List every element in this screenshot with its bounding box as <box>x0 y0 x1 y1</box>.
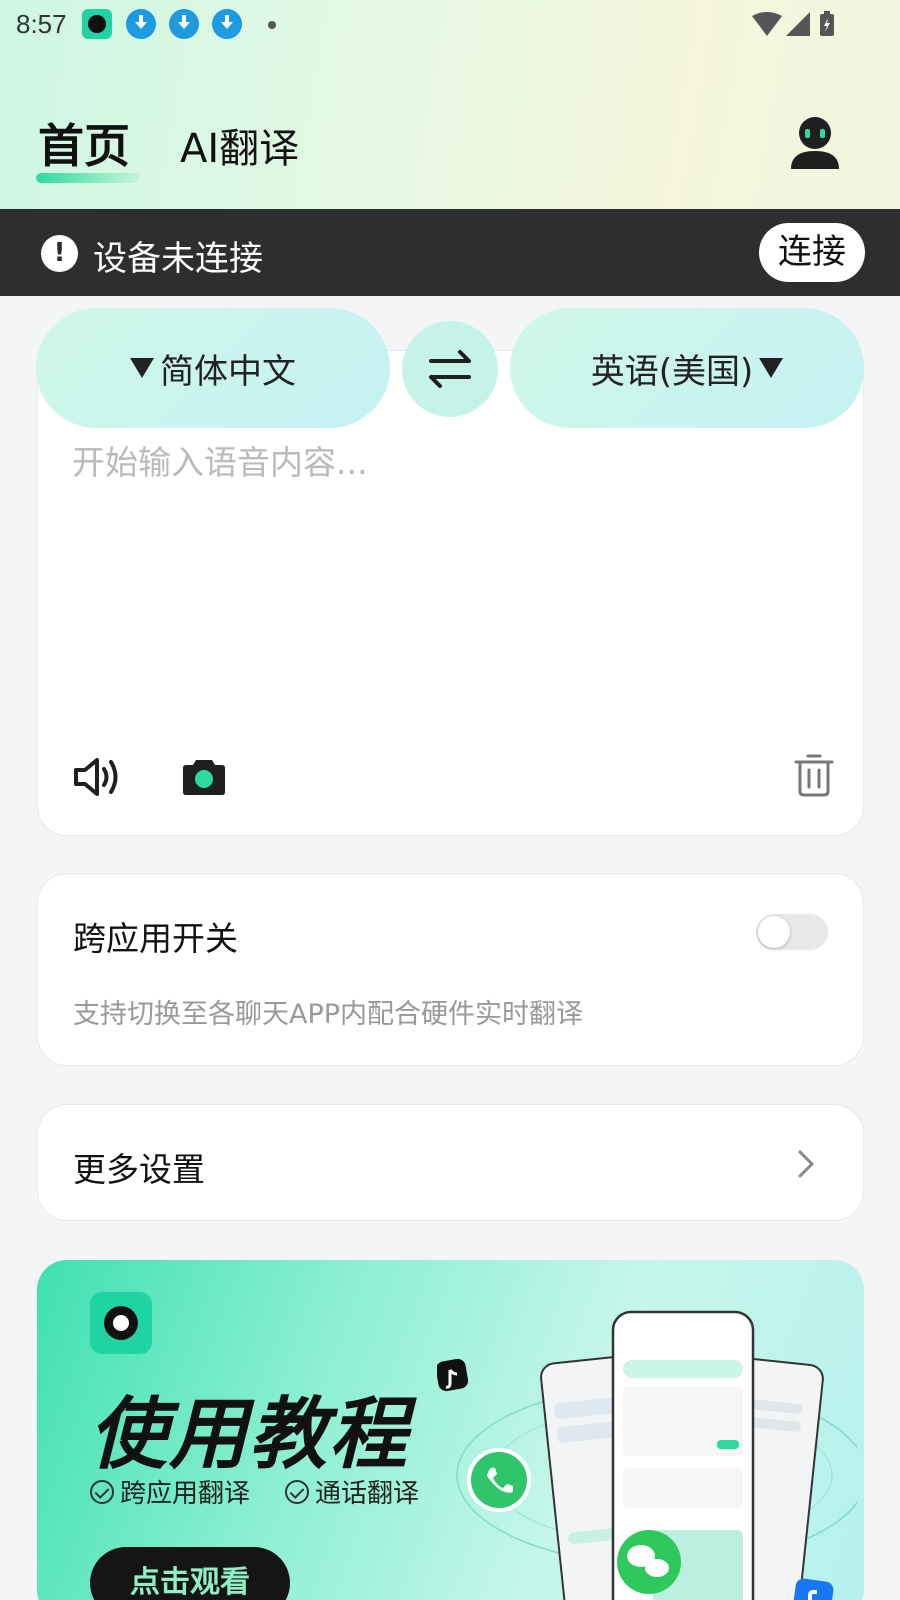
profile-robot-icon[interactable] <box>788 115 842 171</box>
voice-input-area[interactable]: 开始输入语音内容... <box>72 436 367 484</box>
more-settings-row[interactable]: 更多设置 <box>37 1104 864 1221</box>
tutorial-banner[interactable]: 使用教程 跨应用翻译 通话翻译 点击观看 <box>37 1260 864 1600</box>
speaker-icon[interactable] <box>72 755 122 799</box>
source-language-selector[interactable]: 简体中文 <box>36 308 390 428</box>
status-time: 8:57 <box>16 9 67 39</box>
system-status-icons <box>752 11 834 36</box>
cross-app-title: 跨应用开关 <box>73 919 238 958</box>
phone-mockup-illustration <box>437 1310 857 1600</box>
check-circle-icon <box>285 1479 309 1504</box>
source-language-label: 简体中文 <box>160 351 296 392</box>
device-status-banner: ! 设备未连接 连接 <box>0 209 900 296</box>
trash-icon[interactable] <box>794 753 834 797</box>
cross-app-description: 支持切换至各聊天APP内配合硬件实时翻译 <box>73 999 584 1030</box>
camera-icon[interactable] <box>182 756 226 796</box>
download-icon <box>169 9 199 39</box>
watch-tutorial-button[interactable]: 点击观看 <box>90 1547 290 1600</box>
swap-languages-button[interactable] <box>402 321 498 417</box>
app-logo-icon <box>90 1292 152 1354</box>
target-language-label: 英语(美国) <box>590 351 754 392</box>
target-language-selector[interactable]: 英语(美国) <box>510 308 864 428</box>
feature-label: 跨应用翻译 <box>120 1479 251 1509</box>
chevron-right-icon <box>798 1150 814 1178</box>
dropdown-caret-icon <box>759 358 784 378</box>
download-icon <box>126 9 156 39</box>
app-notification-icon <box>82 9 112 39</box>
feature-call: 通话翻译 <box>285 1473 419 1510</box>
feature-cross-app: 跨应用翻译 <box>90 1473 250 1510</box>
check-circle-icon <box>90 1479 114 1504</box>
active-tab-indicator <box>36 173 140 183</box>
status-bar: 8:57 <box>0 0 900 50</box>
download-icon <box>212 9 242 39</box>
more-settings-label: 更多设置 <box>73 1150 205 1189</box>
dropdown-caret-icon <box>130 358 154 378</box>
feature-label: 通话翻译 <box>315 1479 420 1509</box>
toggle-knob <box>758 916 790 948</box>
tab-ai-translate[interactable]: AI翻译 <box>180 116 299 174</box>
wifi-icon <box>752 12 782 36</box>
tab-home[interactable]: 首页 <box>38 110 130 176</box>
tutorial-title: 使用教程 <box>89 1390 410 1480</box>
swap-icon <box>429 350 471 388</box>
connect-button[interactable]: 连接 <box>759 223 865 282</box>
cross-app-toggle[interactable] <box>756 914 828 950</box>
alert-icon: ! <box>41 235 78 272</box>
cross-app-card: 跨应用开关 支持切换至各聊天APP内配合硬件实时翻译 <box>37 873 864 1066</box>
signal-icon <box>786 12 810 36</box>
device-status-text: 设备未连接 <box>93 239 263 279</box>
more-notifications-icon <box>268 21 276 29</box>
